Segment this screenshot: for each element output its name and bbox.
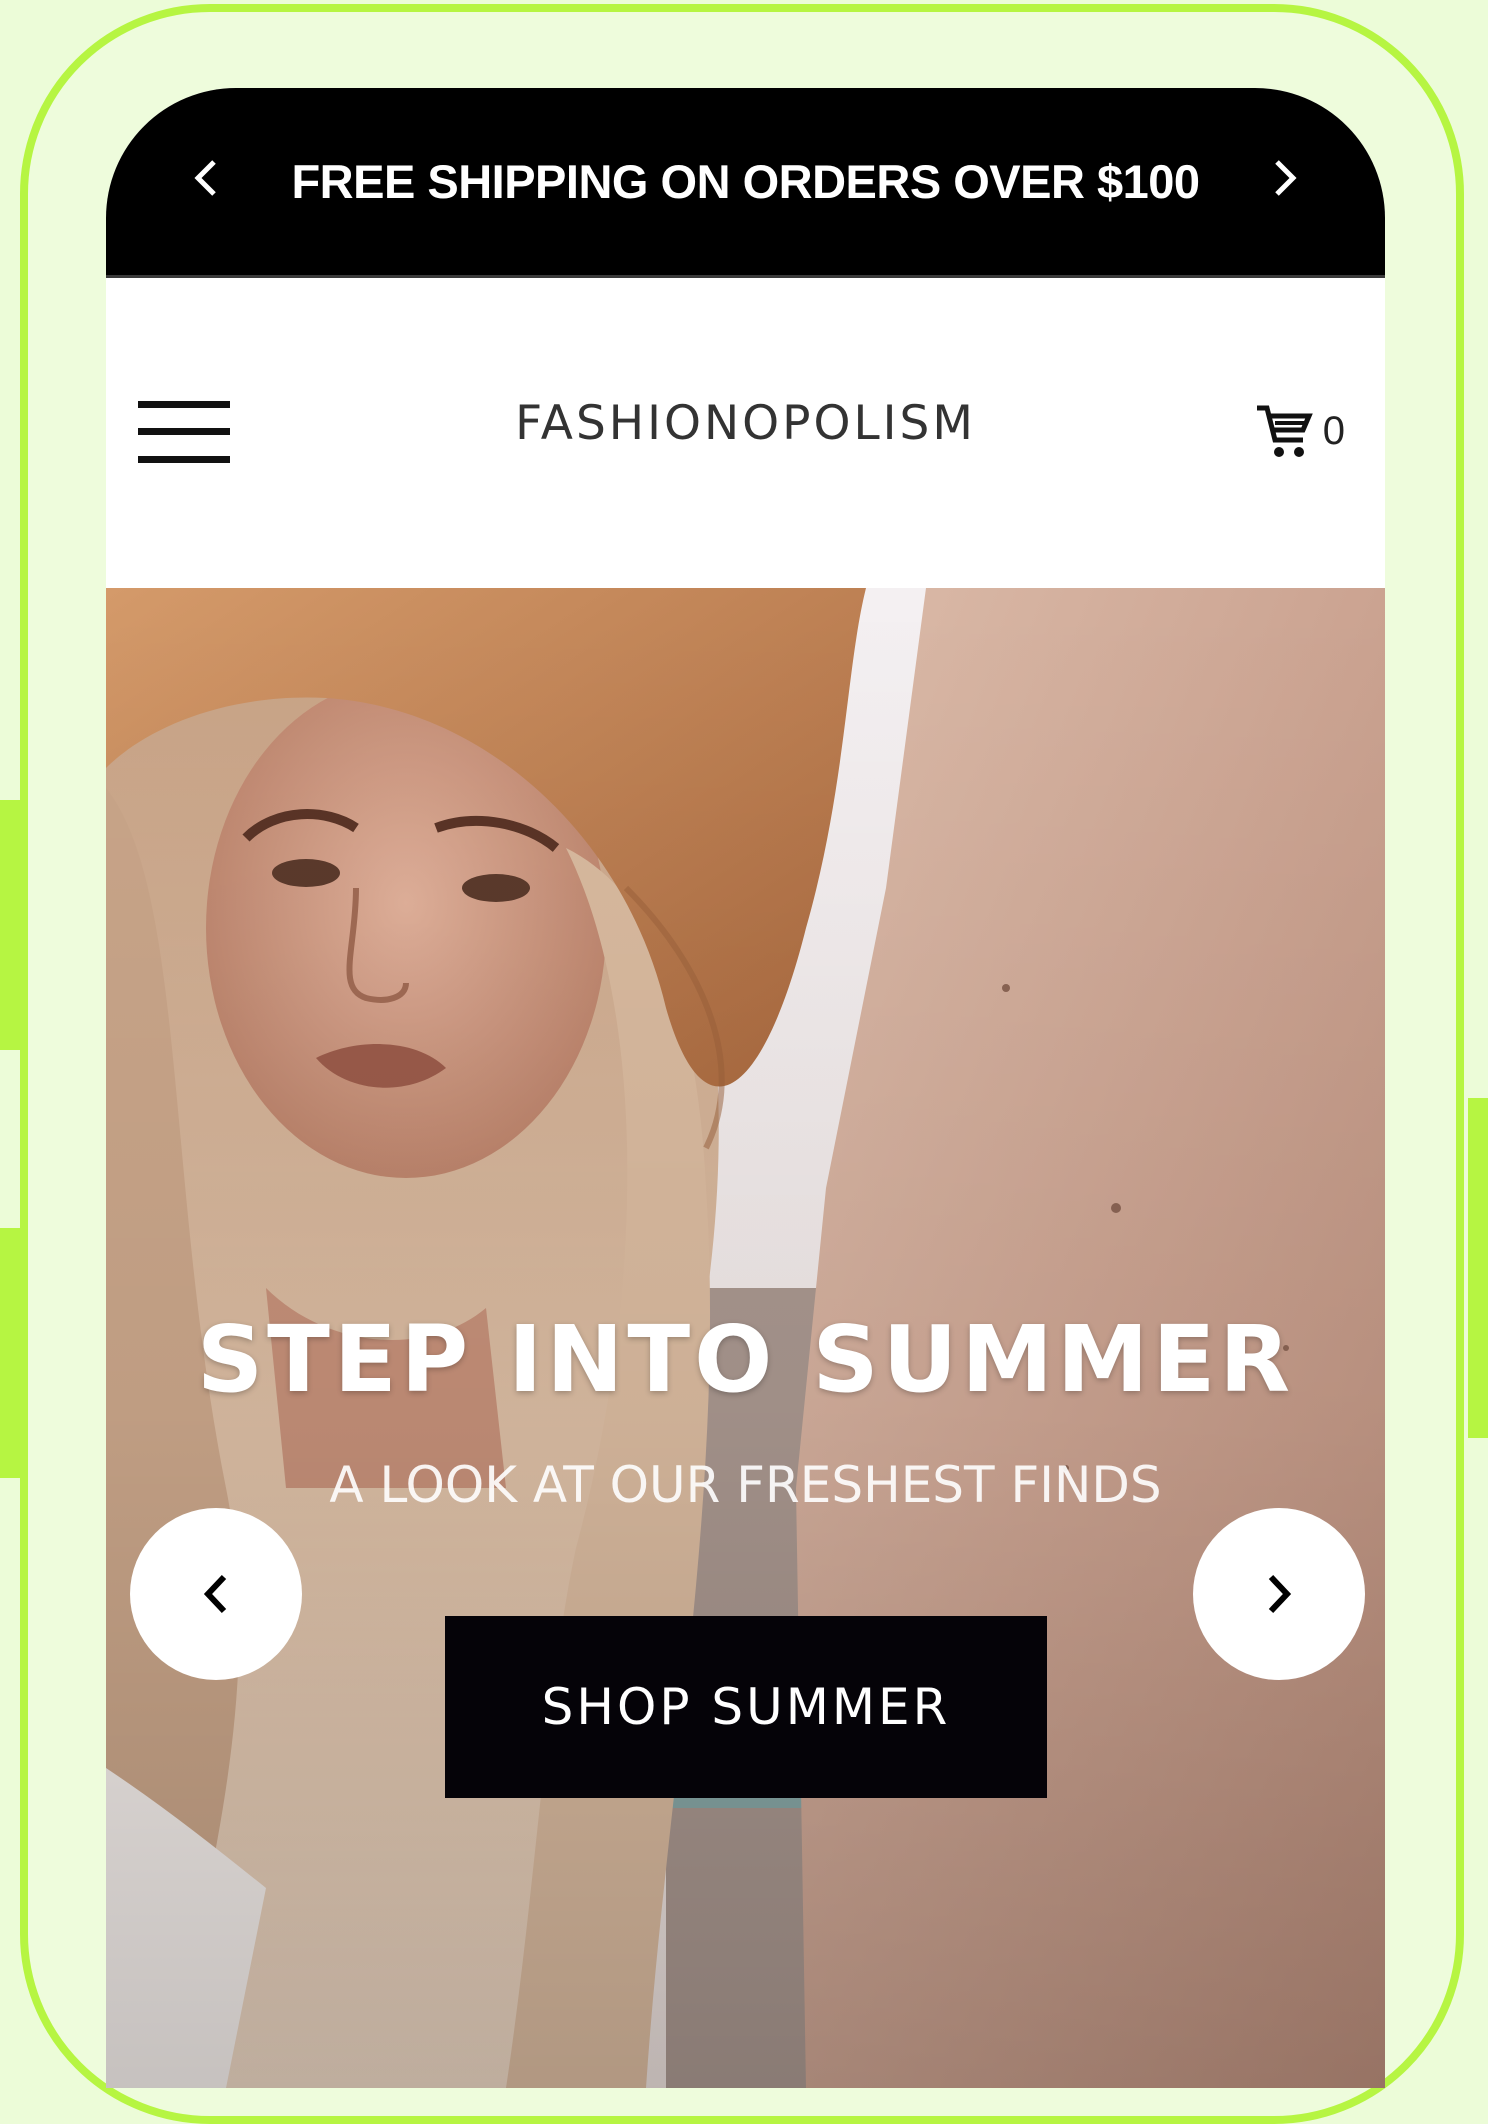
announcement-prev-button[interactable] [176, 138, 236, 218]
hero-title: STEP INTO SUMMER [196, 1306, 1295, 1413]
chevron-left-icon [203, 1574, 227, 1614]
slideshow-prev-button[interactable] [130, 1508, 302, 1680]
slideshow-next-button[interactable] [1193, 1508, 1365, 1680]
chevron-right-icon [1275, 160, 1297, 196]
hero-banner: STEP INTO SUMMER A LOOK AT OUR FRESHEST … [106, 588, 1385, 2088]
site-logo[interactable]: FASHIONOPOLISM [106, 396, 1385, 451]
announcement-bar: FREE SHIPPING ON ORDERS OVER $100 [106, 88, 1385, 278]
chevron-left-icon [194, 160, 216, 196]
shop-summer-button[interactable]: SHOP SUMMER [445, 1616, 1047, 1798]
device-side-button [0, 800, 20, 1050]
cart-icon [1256, 405, 1313, 457]
cart-count: 0 [1322, 408, 1345, 453]
cart-button[interactable]: 0 [1253, 400, 1345, 462]
phone-screen: FREE SHIPPING ON ORDERS OVER $100 FASHIO… [106, 88, 1385, 2088]
chevron-right-icon [1268, 1574, 1292, 1614]
hero-subtitle: A LOOK AT OUR FRESHEST FINDS [329, 1456, 1162, 1514]
site-header: FASHIONOPOLISM 0 [106, 278, 1385, 588]
device-side-button [0, 1228, 20, 1478]
announcement-text: FREE SHIPPING ON ORDERS OVER $100 [291, 155, 1200, 208]
device-side-button [1468, 1098, 1488, 1438]
announcement-next-button[interactable] [1255, 138, 1315, 218]
